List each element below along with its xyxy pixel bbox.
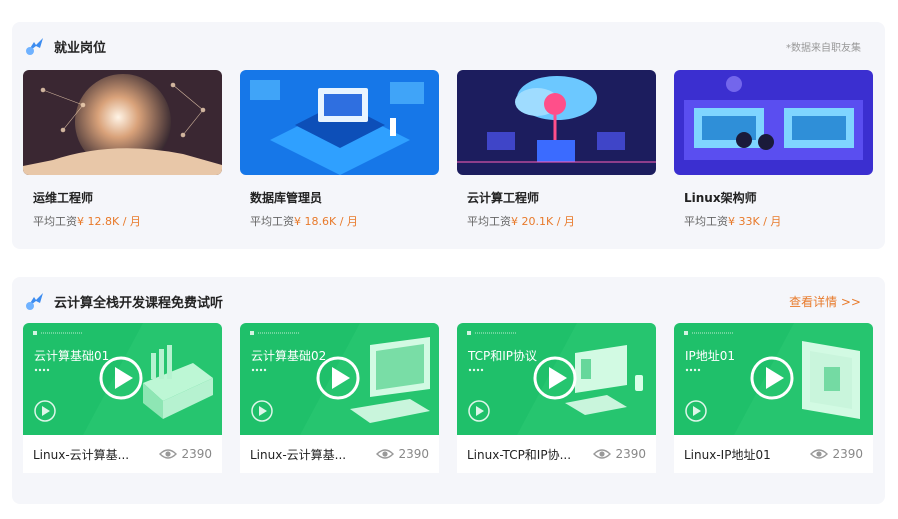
view-count-value: 2390 [832, 447, 863, 461]
view-count-value: 2390 [181, 447, 212, 461]
job-title: 数据库管理员 [250, 191, 323, 205]
course-name[interactable]: Linux-IP地址01 [684, 446, 810, 463]
courses-header: 云计算全栈开发课程免费试听 查看详情 >> [24, 289, 861, 313]
course-illustration [467, 323, 656, 435]
course-category: TCP和IP协议 [468, 349, 538, 363]
course-footer: Linux-IP地址01 2390 [674, 435, 873, 473]
salary-prefix: 平均工资 [684, 215, 728, 228]
course-illustration [250, 323, 439, 435]
course-thumbnail[interactable]: TCP和IP协议 [457, 323, 656, 435]
view-details-link[interactable]: 查看详情 >> [789, 293, 861, 310]
job-title: 运维工程师 [33, 191, 94, 205]
course-card[interactable]: TCP和IP协议 Linux-TCP和IP协... 2390 [457, 323, 656, 473]
job-salary: 平均工资¥ 12.8K / 月 [33, 213, 222, 229]
data-source-note: *数据来自职友集 [786, 42, 861, 54]
course-footer: Linux-云计算基... 2390 [23, 435, 222, 473]
course-category: 云计算基础02 [251, 349, 327, 363]
course-name[interactable]: Linux-TCP和IP协... [467, 446, 593, 463]
course-illustration [33, 323, 222, 435]
eye-icon [593, 449, 612, 459]
jobs-header: 就业岗位 *数据来自职友集 [24, 34, 861, 58]
view-count: 2390 [376, 447, 429, 461]
course-footer: Linux-TCP和IP协... 2390 [457, 435, 656, 473]
course-card[interactable]: 云计算基础02 Linux-云计算基... 2390 [240, 323, 439, 473]
courses-panel: 云计算全栈开发课程免费试听 查看详情 >> 云计算基础01 Linux-云计算基… [12, 277, 885, 504]
job-card[interactable]: 云计算工程师 平均工资¥ 20.1K / 月 [457, 70, 656, 229]
job-card[interactable]: 运维工程师 平均工资¥ 12.8K / 月 [23, 70, 222, 229]
course-thumbnail[interactable]: 云计算基础01 [23, 323, 222, 435]
salary-prefix: 平均工资 [250, 215, 294, 228]
salary-prefix: 平均工资 [33, 215, 77, 228]
view-count: 2390 [159, 447, 212, 461]
logo-icon [26, 38, 43, 55]
course-illustration [684, 323, 873, 435]
job-salary: 平均工资¥ 18.6K / 月 [250, 213, 439, 229]
logo-icon [26, 293, 43, 310]
course-category: 云计算基础01 [34, 349, 110, 363]
course-name[interactable]: Linux-云计算基... [250, 446, 376, 463]
job-image-dba [240, 70, 439, 175]
job-image-ops [23, 70, 222, 175]
salary-value: ¥ 20.1K / 月 [511, 215, 575, 228]
eye-icon [810, 449, 829, 459]
view-count-value: 2390 [615, 447, 646, 461]
view-count: 2390 [593, 447, 646, 461]
course-name[interactable]: Linux-云计算基... [33, 446, 159, 463]
job-image-architect [674, 70, 873, 175]
job-image-cloud [457, 70, 656, 175]
eye-icon [159, 449, 178, 459]
job-card[interactable]: 数据库管理员 平均工资¥ 18.6K / 月 [240, 70, 439, 229]
eye-icon [376, 449, 395, 459]
course-thumbnail[interactable]: 云计算基础02 [240, 323, 439, 435]
jobs-title: 就业岗位 [54, 40, 107, 56]
salary-value: ¥ 18.6K / 月 [294, 215, 358, 228]
job-title: 云计算工程师 [467, 191, 540, 205]
course-footer: Linux-云计算基... 2390 [240, 435, 439, 473]
course-category: IP地址01 [685, 349, 736, 363]
job-title: Linux架构师 [684, 191, 757, 205]
job-salary: 平均工资¥ 20.1K / 月 [467, 213, 656, 229]
job-salary: 平均工资¥ 33K / 月 [684, 213, 873, 229]
course-card[interactable]: IP地址01 Linux-IP地址01 2390 [674, 323, 873, 473]
course-thumbnail[interactable]: IP地址01 [674, 323, 873, 435]
salary-value: ¥ 12.8K / 月 [77, 215, 141, 228]
salary-value: ¥ 33K / 月 [728, 215, 782, 228]
job-card[interactable]: Linux架构师 平均工资¥ 33K / 月 [674, 70, 873, 229]
courses-title: 云计算全栈开发课程免费试听 [54, 295, 224, 311]
view-count: 2390 [810, 447, 863, 461]
jobs-panel: 就业岗位 *数据来自职友集 运维工程师 平均工资¥ 12.8K / 月 数据库管… [12, 22, 885, 249]
view-count-value: 2390 [398, 447, 429, 461]
salary-prefix: 平均工资 [467, 215, 511, 228]
course-card[interactable]: 云计算基础01 Linux-云计算基... 2390 [23, 323, 222, 473]
